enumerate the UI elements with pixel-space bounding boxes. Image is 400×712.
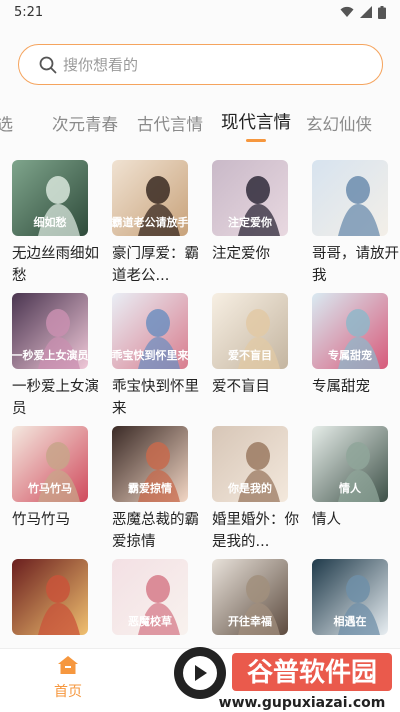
active-tab-indicator [246,139,266,142]
tab-ancient-romance[interactable]: 古代言情 [137,111,203,135]
book-item[interactable]: 开往幸福 [212,559,302,642]
book-title[interactable]: 注定爱你 [212,243,300,265]
book-cover[interactable] [12,559,88,635]
cover-title: 你是我的 [227,481,272,495]
tab-youth[interactable]: 次元青春 [52,111,118,135]
book-item[interactable]: 你是我的婚里婚外：你是我的... [212,426,302,553]
book-cover[interactable]: 你是我的 [212,426,288,502]
book-item[interactable]: 注定爱你 注定爱你 [212,160,302,265]
cover-title: 霸道老公请放手 [112,215,188,229]
book-cover[interactable]: 霸爱掠情 [112,426,188,502]
cover-title: 一秒爱上女演员 [12,348,88,362]
book-cover[interactable]: 注定爱你 [212,160,288,236]
book-title[interactable]: 爱不盲目 [212,376,300,398]
book-cover[interactable]: 情人 [312,426,388,502]
tab-modern-romance[interactable]: 现代言情 [221,109,291,134]
book-item[interactable]: 哥哥，请放开我 [312,160,400,287]
status-icons [340,5,386,19]
book-cover[interactable]: 专属甜宠 [312,293,388,369]
battery-icon [378,5,386,19]
signal-icon [360,6,372,18]
search-placeholder: 搜你想看的 [63,56,139,74]
book-item[interactable] [12,559,102,642]
cover-title: 开往幸福 [228,614,272,628]
category-tabs: 精选 次元青春 古代言情 现代言情 玄幻仙侠 [0,104,400,146]
book-cover[interactable]: 相遇在 [312,559,388,635]
book-item[interactable]: 专属甜宠 专属甜宠 [312,293,400,398]
cover-title: 细如愁 [34,215,67,229]
cover-title: 爱不盲目 [228,348,272,362]
book-cover[interactable]: 霸道老公请放手 [112,160,188,236]
book-title[interactable]: 专属甜宠 [312,376,400,398]
status-time: 5:21 [14,4,44,20]
book-item[interactable]: 恶魔校草 [112,559,202,642]
book-item[interactable]: 相遇在 [312,559,400,642]
cover-title: 霸爱掠情 [128,481,172,495]
search-icon [39,56,57,73]
cover-title: 恶魔校草 [128,614,172,628]
book-item[interactable]: 竹马竹马 竹马竹马 [12,426,102,531]
home-icon [58,656,78,674]
book-title[interactable]: 乖宝快到怀里来 [112,376,200,420]
tab-fantasy[interactable]: 玄幻仙侠 [306,111,372,135]
search-input[interactable]: 搜你想看的 [18,44,383,85]
book-item[interactable]: 霸道老公请放手豪门厚爱：霸道老公... [112,160,202,287]
cover-title: 专属甜宠 [328,348,372,362]
book-title[interactable]: 豪门厚爱：霸道老公... [112,243,200,287]
nav-home-label: 首页 [54,684,82,700]
book-cover[interactable]: 一秒爱上女演员 [12,293,88,369]
book-title[interactable]: 无边丝雨细如愁 [12,243,100,287]
svg-text:谷普软件园: 谷普软件园 [247,657,377,688]
book-title[interactable]: 婚里婚外：你是我的... [212,509,300,553]
watermark-logo: 谷普软件园 www.gupuxiazai.com [170,645,400,712]
book-item[interactable]: 乖宝快到怀里来 乖宝快到怀里来 [112,293,202,420]
cover-title: 竹马竹马 [27,481,72,495]
cover-title: 相遇在 [334,614,367,628]
book-title[interactable]: 哥哥，请放开我 [312,243,400,287]
book-item[interactable]: 细如愁无边丝雨细如愁 [12,160,102,287]
svg-text:www.gupuxiazai.com: www.gupuxiazai.com [219,695,386,711]
book-title[interactable]: 一秒爱上女演员 [12,376,100,420]
book-item[interactable]: 情人 情人 [312,426,400,531]
book-item[interactable]: 爱不盲目 爱不盲目 [212,293,302,398]
book-title[interactable]: 竹马竹马 [12,509,100,531]
book-cover[interactable]: 竹马竹马 [12,426,88,502]
book-cover[interactable]: 乖宝快到怀里来 [112,293,188,369]
book-item[interactable]: 一秒爱上女演员 一秒爱上女演员 [12,293,102,420]
wifi-icon [340,6,354,17]
nav-home[interactable]: 首页 [50,655,86,701]
book-cover[interactable] [312,160,388,236]
status-bar: 5:21 [0,0,400,24]
book-cover[interactable]: 爱不盲目 [212,293,288,369]
book-cover[interactable]: 恶魔校草 [112,559,188,635]
tab-featured[interactable]: 精选 [0,111,13,135]
cover-title: 乖宝快到怀里来 [112,348,188,362]
cover-title: 情人 [339,481,362,495]
book-cover[interactable]: 细如愁 [12,160,88,236]
book-title[interactable]: 恶魔总裁的霸爱掠情 [112,509,200,553]
cover-title: 注定爱你 [228,215,272,229]
book-cover[interactable]: 开往幸福 [212,559,288,635]
book-item[interactable]: 霸爱掠情恶魔总裁的霸爱掠情 [112,426,202,553]
book-title[interactable]: 情人 [312,509,400,531]
